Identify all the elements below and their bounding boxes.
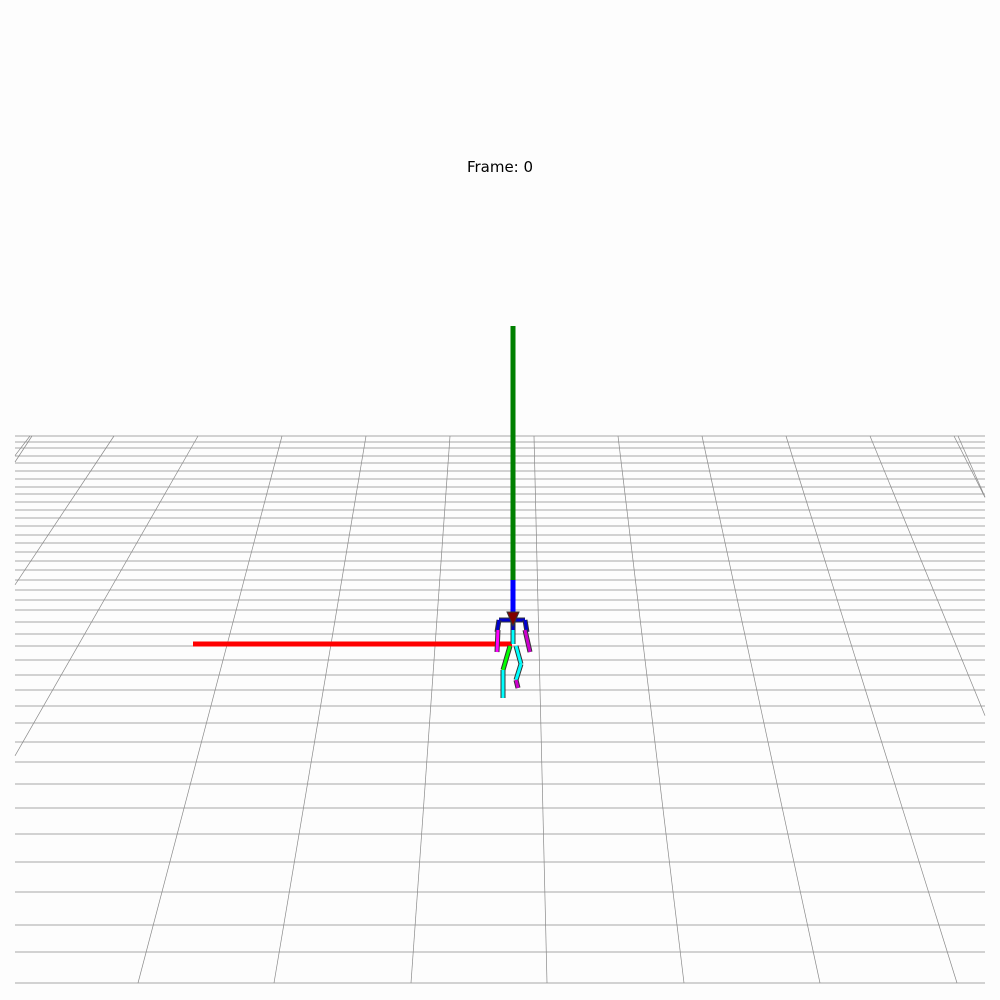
- bone-arm-left: [495, 629, 500, 653]
- bone-foot-right: [514, 679, 520, 689]
- grid-line: [953, 435, 986, 498]
- world-axes: [193, 326, 516, 647]
- grid-line: [14, 435, 115, 585]
- grid-line: [14, 435, 31, 456]
- grid-line: [14, 435, 33, 463]
- ground-grid: [14, 435, 986, 984]
- skeleton-figure: [494, 611, 533, 698]
- 3d-viewport[interactable]: [0, 0, 1000, 1000]
- grid-line: [957, 435, 986, 498]
- grid-line: [14, 435, 199, 756]
- grid-line: [869, 435, 986, 716]
